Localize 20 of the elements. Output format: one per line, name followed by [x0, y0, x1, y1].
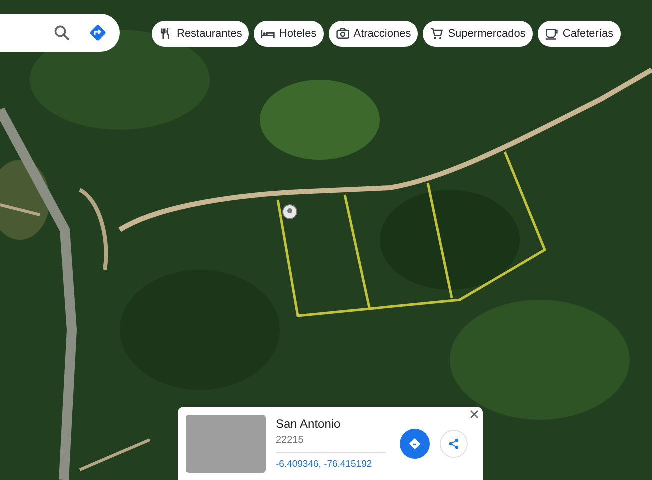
cart-icon — [430, 27, 444, 41]
directions-button[interactable] — [400, 428, 430, 458]
category-chip[interactable]: Supermercados — [423, 21, 533, 47]
share-icon — [448, 438, 460, 450]
close-icon — [470, 410, 479, 419]
search-icon[interactable] — [54, 25, 70, 41]
place-title: San Antonio — [276, 417, 342, 431]
search-field[interactable] — [0, 14, 120, 52]
share-button[interactable] — [440, 430, 468, 458]
camera-icon — [336, 27, 350, 41]
location-pin-icon[interactable] — [282, 204, 298, 220]
category-chip[interactable]: Restaurantes — [152, 21, 250, 47]
directions-icon — [409, 438, 421, 450]
category-chip[interactable]: Cafeterías — [538, 21, 621, 47]
category-chip[interactable]: Atracciones — [328, 21, 418, 47]
category-chip[interactable]: Hoteles — [254, 21, 324, 47]
close-button[interactable] — [470, 410, 479, 419]
coffee-cup-icon — [544, 27, 559, 41]
place-postal-code: 22215 — [276, 435, 386, 453]
coordinates-link[interactable]: -6.409346, -76.415192 — [276, 459, 386, 470]
